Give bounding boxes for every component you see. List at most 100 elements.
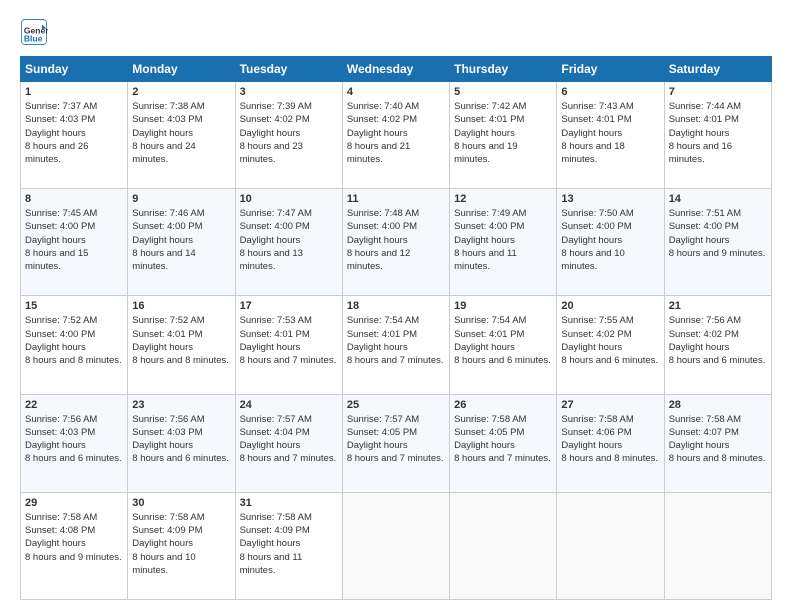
day-info: Sunrise: 7:49 AMSunset: 4:00 PMDaylight … (454, 207, 552, 273)
calendar-day-cell: 26 Sunrise: 7:58 AMSunset: 4:05 PMDayligh… (450, 394, 557, 492)
calendar-day-cell: 16 Sunrise: 7:52 AMSunset: 4:01 PMDayligh… (128, 296, 235, 394)
day-info: Sunrise: 7:46 AMSunset: 4:00 PMDaylight … (132, 207, 230, 273)
logo: General Blue (20, 18, 52, 46)
day-number: 25 (347, 399, 445, 411)
svg-text:Blue: Blue (24, 33, 43, 43)
day-number: 12 (454, 193, 552, 205)
day-number: 3 (240, 86, 338, 98)
day-number: 13 (561, 193, 659, 205)
day-number: 26 (454, 399, 552, 411)
day-info: Sunrise: 7:52 AMSunset: 4:01 PMDaylight … (132, 314, 230, 367)
weekday-header: Friday (557, 57, 664, 82)
calendar-day-cell: 12 Sunrise: 7:49 AMSunset: 4:00 PMDayligh… (450, 189, 557, 296)
calendar-week-row: 22 Sunrise: 7:56 AMSunset: 4:03 PMDayligh… (21, 394, 772, 492)
day-info: Sunrise: 7:55 AMSunset: 4:02 PMDaylight … (561, 314, 659, 367)
day-number: 9 (132, 193, 230, 205)
day-number: 8 (25, 193, 123, 205)
day-info: Sunrise: 7:54 AMSunset: 4:01 PMDaylight … (454, 314, 552, 367)
day-number: 31 (240, 497, 338, 509)
calendar-day-cell: 6 Sunrise: 7:43 AMSunset: 4:01 PMDaylight… (557, 82, 664, 189)
calendar-day-cell: 29 Sunrise: 7:58 AMSunset: 4:08 PMDayligh… (21, 492, 128, 599)
day-number: 11 (347, 193, 445, 205)
day-number: 23 (132, 399, 230, 411)
day-info: Sunrise: 7:42 AMSunset: 4:01 PMDaylight … (454, 100, 552, 166)
calendar-day-cell: 30 Sunrise: 7:58 AMSunset: 4:09 PMDayligh… (128, 492, 235, 599)
day-info: Sunrise: 7:58 AMSunset: 4:08 PMDaylight … (25, 511, 123, 564)
calendar-day-cell: 27Sunrise: 7:58 AMSunset: 4:06 PMDayligh… (557, 394, 664, 492)
calendar-day-cell: 31 Sunrise: 7:58 AMSunset: 4:09 PMDayligh… (235, 492, 342, 599)
day-info: Sunrise: 7:53 AMSunset: 4:01 PMDaylight … (240, 314, 338, 367)
calendar-day-cell: 5 Sunrise: 7:42 AMSunset: 4:01 PMDaylight… (450, 82, 557, 189)
day-info: Sunrise: 7:58 AMSunset: 4:09 PMDaylight … (132, 511, 230, 577)
day-info: Sunrise: 7:37 AMSunset: 4:03 PMDaylight … (25, 100, 123, 166)
calendar-day-cell: 4 Sunrise: 7:40 AMSunset: 4:02 PMDaylight… (342, 82, 449, 189)
day-number: 20 (561, 300, 659, 312)
logo-icon: General Blue (20, 18, 48, 46)
day-number: 15 (25, 300, 123, 312)
day-info: Sunrise: 7:39 AMSunset: 4:02 PMDaylight … (240, 100, 338, 166)
day-info: Sunrise: 7:51 AMSunset: 4:00 PMDaylight … (669, 207, 767, 260)
day-number: 1 (25, 86, 123, 98)
calendar-day-cell (342, 492, 449, 599)
day-info: Sunrise: 7:58 AMSunset: 4:05 PMDaylight … (454, 413, 552, 466)
calendar-day-cell: 13 Sunrise: 7:50 AMSunset: 4:00 PMDayligh… (557, 189, 664, 296)
calendar-day-cell: 15Sunrise: 7:52 AMSunset: 4:00 PMDayligh… (21, 296, 128, 394)
calendar-day-cell: 3 Sunrise: 7:39 AMSunset: 4:02 PMDaylight… (235, 82, 342, 189)
calendar-day-cell: 25 Sunrise: 7:57 AMSunset: 4:05 PMDayligh… (342, 394, 449, 492)
calendar-day-cell: 24Sunrise: 7:57 AMSunset: 4:04 PMDayligh… (235, 394, 342, 492)
day-info: Sunrise: 7:58 AMSunset: 4:06 PMDaylight … (561, 413, 659, 466)
calendar-week-row: 15Sunrise: 7:52 AMSunset: 4:00 PMDayligh… (21, 296, 772, 394)
day-info: Sunrise: 7:58 AMSunset: 4:07 PMDaylight … (669, 413, 767, 466)
weekday-header: Sunday (21, 57, 128, 82)
weekday-header: Saturday (664, 57, 771, 82)
day-number: 29 (25, 497, 123, 509)
day-number: 19 (454, 300, 552, 312)
day-number: 5 (454, 86, 552, 98)
day-info: Sunrise: 7:48 AMSunset: 4:00 PMDaylight … (347, 207, 445, 273)
day-info: Sunrise: 7:57 AMSunset: 4:05 PMDaylight … (347, 413, 445, 466)
day-info: Sunrise: 7:56 AMSunset: 4:03 PMDaylight … (132, 413, 230, 466)
page: General Blue SundayMondayTuesdayWednesda… (0, 0, 792, 612)
day-number: 24 (240, 399, 338, 411)
calendar-day-cell: 23 Sunrise: 7:56 AMSunset: 4:03 PMDayligh… (128, 394, 235, 492)
day-info: Sunrise: 7:40 AMSunset: 4:02 PMDaylight … (347, 100, 445, 166)
calendar-day-cell: 21Sunrise: 7:56 AMSunset: 4:02 PMDayligh… (664, 296, 771, 394)
calendar-day-cell: 14Sunrise: 7:51 AMSunset: 4:00 PMDayligh… (664, 189, 771, 296)
header: General Blue (20, 18, 772, 46)
day-info: Sunrise: 7:54 AMSunset: 4:01 PMDaylight … (347, 314, 445, 367)
calendar-day-cell: 2 Sunrise: 7:38 AMSunset: 4:03 PMDaylight… (128, 82, 235, 189)
calendar-day-cell (450, 492, 557, 599)
day-info: Sunrise: 7:58 AMSunset: 4:09 PMDaylight … (240, 511, 338, 577)
day-info: Sunrise: 7:45 AMSunset: 4:00 PMDaylight … (25, 207, 123, 273)
day-info: Sunrise: 7:44 AMSunset: 4:01 PMDaylight … (669, 100, 767, 166)
day-number: 17 (240, 300, 338, 312)
day-number: 22 (25, 399, 123, 411)
calendar-day-cell: 17 Sunrise: 7:53 AMSunset: 4:01 PMDayligh… (235, 296, 342, 394)
day-number: 2 (132, 86, 230, 98)
day-info: Sunrise: 7:43 AMSunset: 4:01 PMDaylight … (561, 100, 659, 166)
calendar-day-cell: 9 Sunrise: 7:46 AMSunset: 4:00 PMDaylight… (128, 189, 235, 296)
day-info: Sunrise: 7:50 AMSunset: 4:00 PMDaylight … (561, 207, 659, 273)
day-number: 6 (561, 86, 659, 98)
calendar-table: SundayMondayTuesdayWednesdayThursdayFrid… (20, 56, 772, 600)
day-info: Sunrise: 7:38 AMSunset: 4:03 PMDaylight … (132, 100, 230, 166)
day-number: 18 (347, 300, 445, 312)
calendar-day-cell: 7 Sunrise: 7:44 AMSunset: 4:01 PMDaylight… (664, 82, 771, 189)
calendar-day-cell: 11 Sunrise: 7:48 AMSunset: 4:00 PMDayligh… (342, 189, 449, 296)
weekday-header: Monday (128, 57, 235, 82)
calendar-day-cell (664, 492, 771, 599)
calendar-day-cell: 18 Sunrise: 7:54 AMSunset: 4:01 PMDayligh… (342, 296, 449, 394)
weekday-header: Thursday (450, 57, 557, 82)
day-number: 28 (669, 399, 767, 411)
day-number: 16 (132, 300, 230, 312)
calendar-day-cell: 28 Sunrise: 7:58 AMSunset: 4:07 PMDayligh… (664, 394, 771, 492)
calendar-day-cell: 20 Sunrise: 7:55 AMSunset: 4:02 PMDayligh… (557, 296, 664, 394)
calendar-week-row: 8 Sunrise: 7:45 AMSunset: 4:00 PMDaylight… (21, 189, 772, 296)
day-number: 7 (669, 86, 767, 98)
weekday-header: Tuesday (235, 57, 342, 82)
calendar-week-row: 29 Sunrise: 7:58 AMSunset: 4:08 PMDayligh… (21, 492, 772, 599)
day-number: 30 (132, 497, 230, 509)
weekday-header: Wednesday (342, 57, 449, 82)
calendar-day-cell: 1 Sunrise: 7:37 AMSunset: 4:03 PMDaylight… (21, 82, 128, 189)
day-number: 4 (347, 86, 445, 98)
